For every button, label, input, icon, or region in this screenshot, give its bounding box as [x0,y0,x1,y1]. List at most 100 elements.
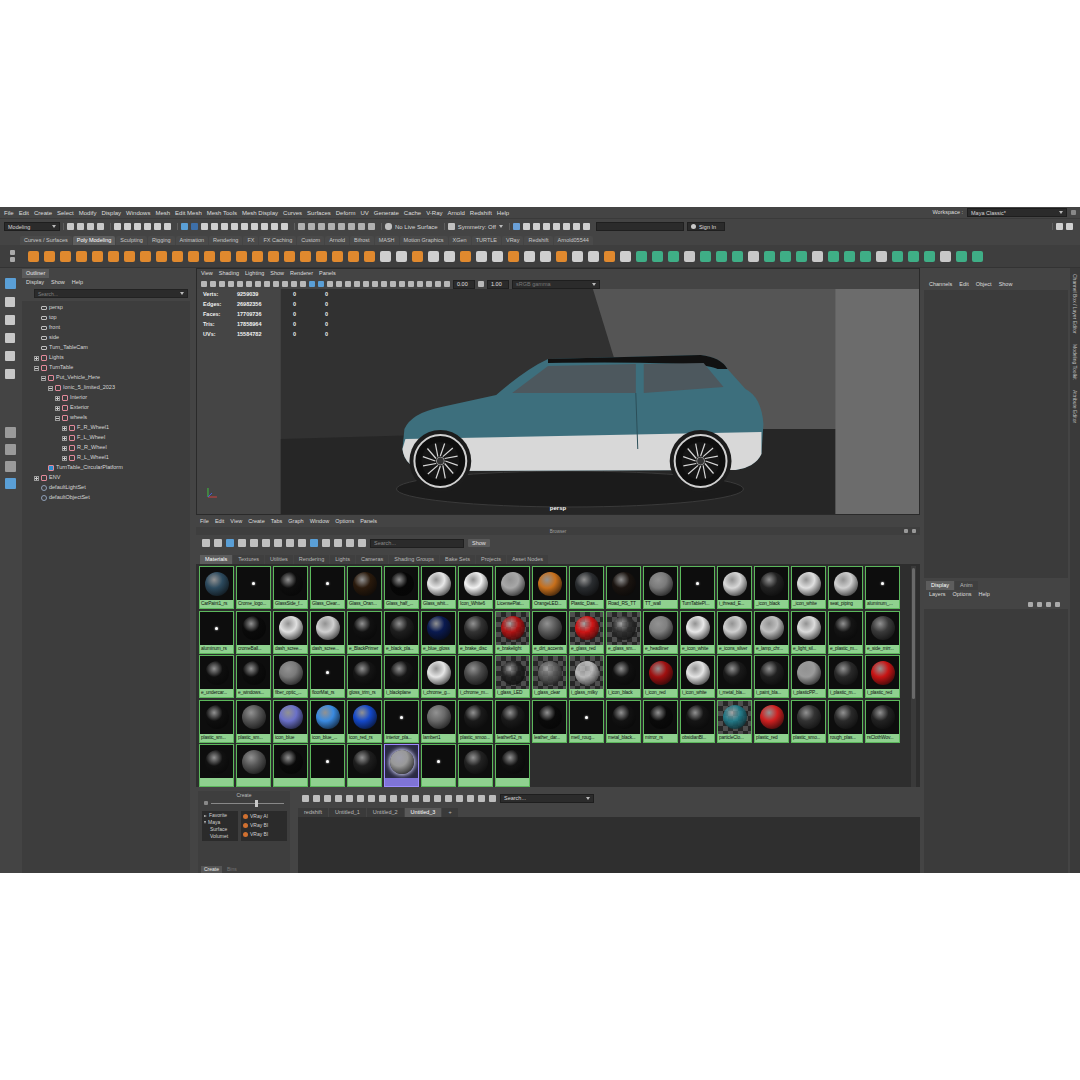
menu-item[interactable]: Help [978,592,989,598]
shelf-tool-icon[interactable] [236,251,247,262]
browser-tool-icon[interactable] [274,539,282,547]
paint-tool-icon[interactable] [5,315,15,325]
material-tile[interactable]: metl_roug... [569,700,604,743]
browser-tool-icon[interactable] [334,539,342,547]
menu-item[interactable]: Windows [126,210,150,216]
shelf-tool-icon[interactable] [188,251,199,262]
browser-tab[interactable]: Shading Groups [389,555,439,564]
layer-down-icon[interactable] [1037,602,1042,607]
shelf-tool-icon[interactable] [620,251,631,262]
expand-icon[interactable] [34,356,39,361]
lock-icon[interactable] [1071,210,1076,215]
menu-item[interactable]: Show [999,282,1013,288]
viewport-tool-icon[interactable] [399,281,405,287]
material-tile[interactable]: i_glass_milky [569,655,604,698]
work-tool-icon[interactable] [324,795,331,802]
material-tile[interactable]: i_chrome_g... [421,655,456,698]
viewport-tool-icon[interactable] [210,281,216,287]
browser-tool-icon[interactable] [322,539,330,547]
shelf-tool-icon[interactable] [140,251,151,262]
menu-icon[interactable] [10,257,15,262]
outliner-item[interactable]: TurnTable_CircularPlatform [22,463,190,473]
work-tab[interactable]: Untitled_3 [405,808,442,817]
shelf-tool-icon[interactable] [748,251,759,262]
shelf-tool-icon[interactable] [124,251,135,262]
new-layer-selected-icon[interactable] [1055,602,1060,607]
input-field[interactable] [596,222,684,231]
material-tile[interactable]: GlassSide_f... [273,566,308,609]
outliner-item[interactable]: F_R_Wheel1 [22,423,190,433]
menu-item[interactable]: Help [497,210,509,216]
material-tile[interactable]: i_icon_white [680,655,715,698]
outliner-item[interactable]: top [22,313,190,323]
material-tile[interactable]: e_undercar... [199,655,234,698]
material-tile[interactable]: e_plastic_m... [828,611,863,654]
viewport-tool-icon[interactable] [264,281,270,287]
browser-tab[interactable]: Textures [233,555,264,564]
material-tile[interactable]: _icon_black [754,566,789,609]
shelf-tab[interactable]: TURTLE [472,236,501,245]
tool-icon[interactable] [114,223,121,230]
work-tool-icon[interactable] [335,795,342,802]
tool-icon[interactable] [191,223,198,230]
work-tab[interactable]: + [442,808,457,817]
material-tile[interactable]: e_icons_silver [717,611,752,654]
material-tile[interactable]: i_icon_red [643,655,678,698]
material-tile[interactable] [347,744,382,787]
tool-icon[interactable] [67,223,74,230]
node-editor[interactable] [298,817,920,873]
viewport-tool-icon[interactable] [300,281,306,287]
sign-in-button[interactable]: Sign In [687,222,725,231]
shelf-tool-icon[interactable] [348,251,359,262]
material-tile[interactable]: icon_blue [273,700,308,743]
tool-icon[interactable] [134,223,141,230]
collapse-icon[interactable] [34,366,39,371]
tool-icon[interactable] [261,223,268,230]
material-tile[interactable]: Glass_whit... [421,566,456,609]
shelf-tool-icon[interactable] [220,251,231,262]
viewport-tool-icon[interactable] [336,281,342,287]
rotate-tool-icon[interactable] [5,351,15,361]
mode-dropdown[interactable]: Modeling [4,222,60,231]
shelf-tab[interactable]: MASH [375,236,399,245]
browser-tool-icon[interactable] [346,539,354,547]
work-tab[interactable]: redshift [298,808,328,817]
viewport-tool-icon[interactable] [291,281,297,287]
expand-icon[interactable] [62,436,67,441]
shelf-tool-icon[interactable] [828,251,839,262]
shelf-tool-icon[interactable] [684,251,695,262]
viewport-tool-icon[interactable] [408,281,414,287]
viewport-tool-icon[interactable] [345,281,351,287]
work-tool-icon[interactable] [434,795,441,802]
viewport-tool-icon[interactable] [282,281,288,287]
category-item[interactable]: Maya [202,819,238,826]
shelf-tool-icon[interactable] [908,251,919,262]
viewport-scene[interactable]: Verts:925903900Edges:2698235600Faces:177… [197,289,919,514]
shelf-tool-icon[interactable] [764,251,775,262]
material-tile[interactable]: plastic_sm... [236,700,271,743]
viewport-tool-icon[interactable] [381,281,387,287]
browser-tab[interactable]: Cameras [356,555,388,564]
four-view-icon[interactable] [5,444,16,455]
material-tile[interactable]: i_glass_clear [532,655,567,698]
shelf-tool-icon[interactable] [700,251,711,262]
tool-icon[interactable] [271,223,278,230]
material-tile[interactable]: fiber_optic_... [273,655,308,698]
single-view-icon[interactable] [5,427,16,438]
shelf-tab[interactable]: Rendering [209,236,242,245]
material-tile[interactable] [310,744,345,787]
shelf-tab[interactable]: Animation [176,236,208,245]
new-layer-icon[interactable] [1046,602,1051,607]
material-tile[interactable] [273,744,308,787]
menu-item[interactable]: V-Ray [426,210,442,216]
material-tile[interactable]: i_icon_black [606,655,641,698]
browser-tool-icon[interactable] [226,539,234,547]
outliner-search[interactable]: Search... [34,289,188,298]
menu-item[interactable]: UV [360,210,368,216]
material-tile[interactable]: interior_pla... [384,700,419,743]
shelf-tab[interactable]: Arnold05544 [554,236,593,245]
material-tile[interactable]: e_dirt_accents [532,611,567,654]
menu-item[interactable]: Panels [319,271,336,277]
outliner-item[interactable]: defaultLightSet [22,483,190,493]
shelf-tab[interactable]: Curves / Surfaces [20,236,72,245]
